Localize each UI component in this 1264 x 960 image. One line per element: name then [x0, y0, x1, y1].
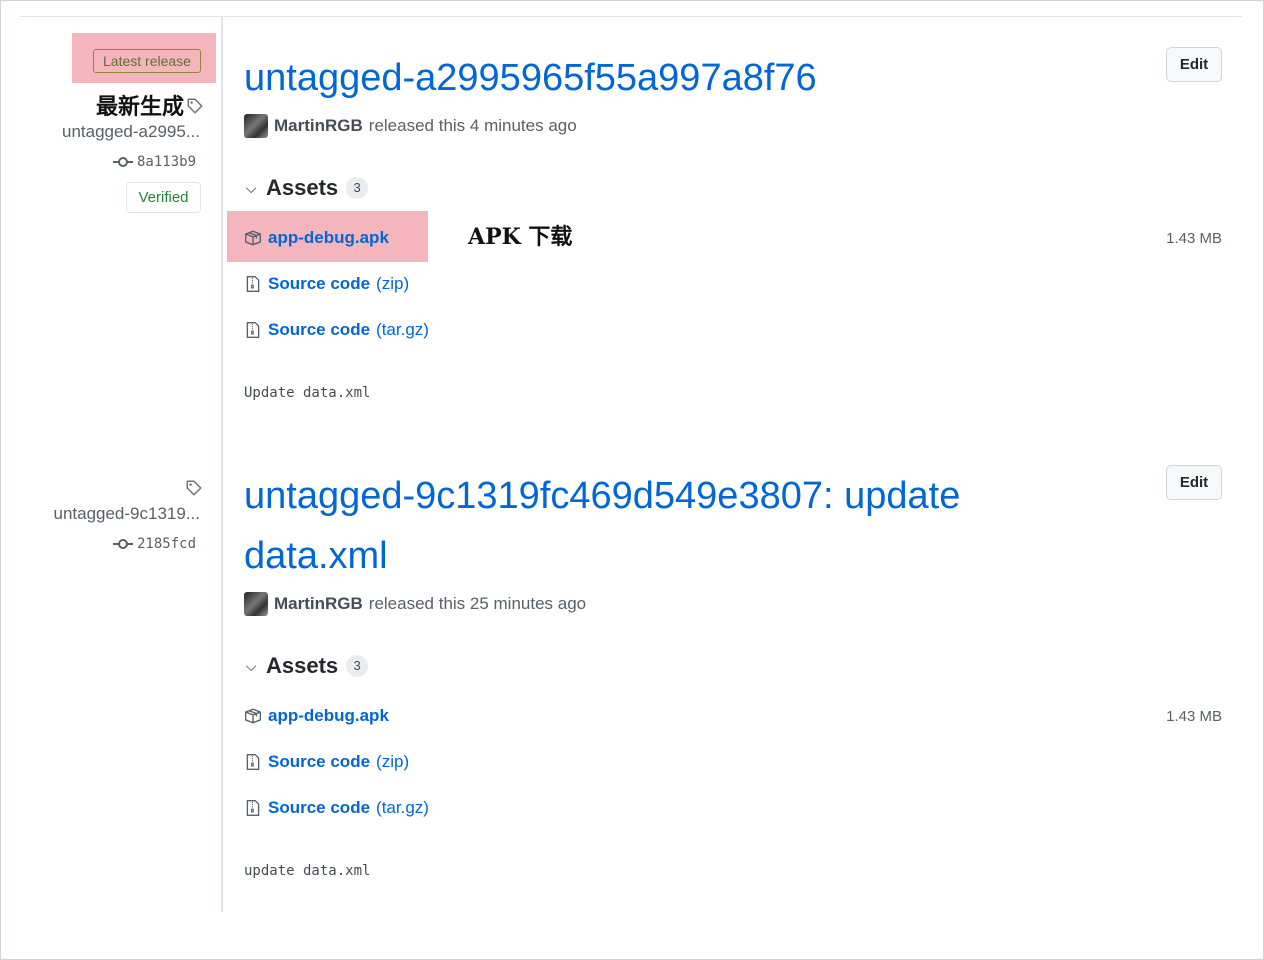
commit-sha: 2185fcd: [137, 536, 197, 552]
assets-count: 3: [346, 177, 369, 199]
release-title[interactable]: untagged-9c1319fc469d549e3807: update da…: [244, 466, 1064, 586]
file-zip-icon: [246, 754, 260, 770]
package-icon: [245, 708, 261, 724]
edit-button[interactable]: Edit: [1166, 47, 1222, 82]
chevron-down-icon: ⌵: [245, 657, 257, 674]
chevron-down-icon: ⌵: [245, 179, 257, 196]
asset-name: Source code: [268, 320, 371, 339]
commit-link[interactable]: 8a113b9: [113, 154, 196, 170]
assets-label: Assets: [266, 175, 339, 200]
release-byline: MartinRGB released this 4 minutes ago: [244, 114, 577, 138]
timeline-line: [221, 16, 223, 912]
release-time: released this 4 minutes ago: [368, 116, 577, 135]
release-byline: MartinRGB released this 25 minutes ago: [244, 592, 586, 616]
release-notes: update data.xml: [244, 863, 371, 879]
commit-link[interactable]: 2185fcd: [113, 536, 196, 552]
asset-name: app-debug.apk: [268, 706, 389, 725]
commit-sha: 8a113b9: [137, 154, 197, 170]
asset-size: 1.43 MB: [1166, 708, 1222, 725]
asset-name: Source code: [268, 274, 371, 293]
commit-icon: [113, 157, 133, 167]
top-divider: [20, 16, 1242, 17]
release-notes: Update data.xml: [244, 385, 371, 401]
verified-badge[interactable]: Verified: [126, 182, 201, 213]
avatar[interactable]: [244, 114, 268, 138]
file-zip-icon: [246, 276, 260, 292]
author-link[interactable]: MartinRGB: [274, 116, 363, 136]
asset-name: app-debug.apk: [268, 228, 389, 247]
asset-ext: (tar.gz): [376, 320, 429, 339]
file-zip-icon: [246, 800, 260, 816]
tag-name[interactable]: untagged-9c1319...: [53, 504, 200, 524]
asset-source-zip[interactable]: Source code (zip): [244, 752, 409, 772]
assets-toggle[interactable]: ⌵ Assets 3: [244, 175, 369, 201]
latest-annotation: 最新生成: [96, 94, 185, 120]
file-zip-icon: [246, 322, 260, 338]
tag-icon: [187, 98, 203, 114]
tag-icon: [186, 480, 202, 496]
author-link[interactable]: MartinRGB: [274, 594, 363, 614]
asset-apk[interactable]: app-debug.apk: [244, 706, 389, 726]
asset-source-targz[interactable]: Source code (tar.gz): [244, 320, 429, 340]
asset-size: 1.43 MB: [1166, 230, 1222, 247]
asset-source-targz[interactable]: Source code (tar.gz): [244, 798, 429, 818]
asset-ext: (zip): [376, 274, 410, 293]
package-icon: [245, 230, 261, 246]
assets-toggle[interactable]: ⌵ Assets 3: [244, 653, 369, 679]
apk-annotation: APK 下载: [468, 224, 573, 250]
asset-name: Source code: [268, 798, 371, 817]
release-title[interactable]: untagged-a2995965f55a997a8f76: [244, 48, 1064, 108]
asset-name: Source code: [268, 752, 371, 771]
assets-label: Assets: [266, 653, 339, 678]
edit-button[interactable]: Edit: [1166, 465, 1222, 500]
release-time: released this 25 minutes ago: [368, 594, 587, 613]
commit-icon: [113, 539, 133, 549]
assets-count: 3: [346, 655, 369, 677]
latest-release-badge: Latest release: [93, 49, 201, 73]
asset-ext: (tar.gz): [376, 798, 429, 817]
asset-ext: (zip): [376, 752, 410, 771]
asset-source-zip[interactable]: Source code (zip): [244, 274, 409, 294]
asset-apk[interactable]: app-debug.apk: [244, 228, 389, 248]
avatar[interactable]: [244, 592, 268, 616]
tag-name[interactable]: untagged-a2995...: [62, 122, 200, 142]
